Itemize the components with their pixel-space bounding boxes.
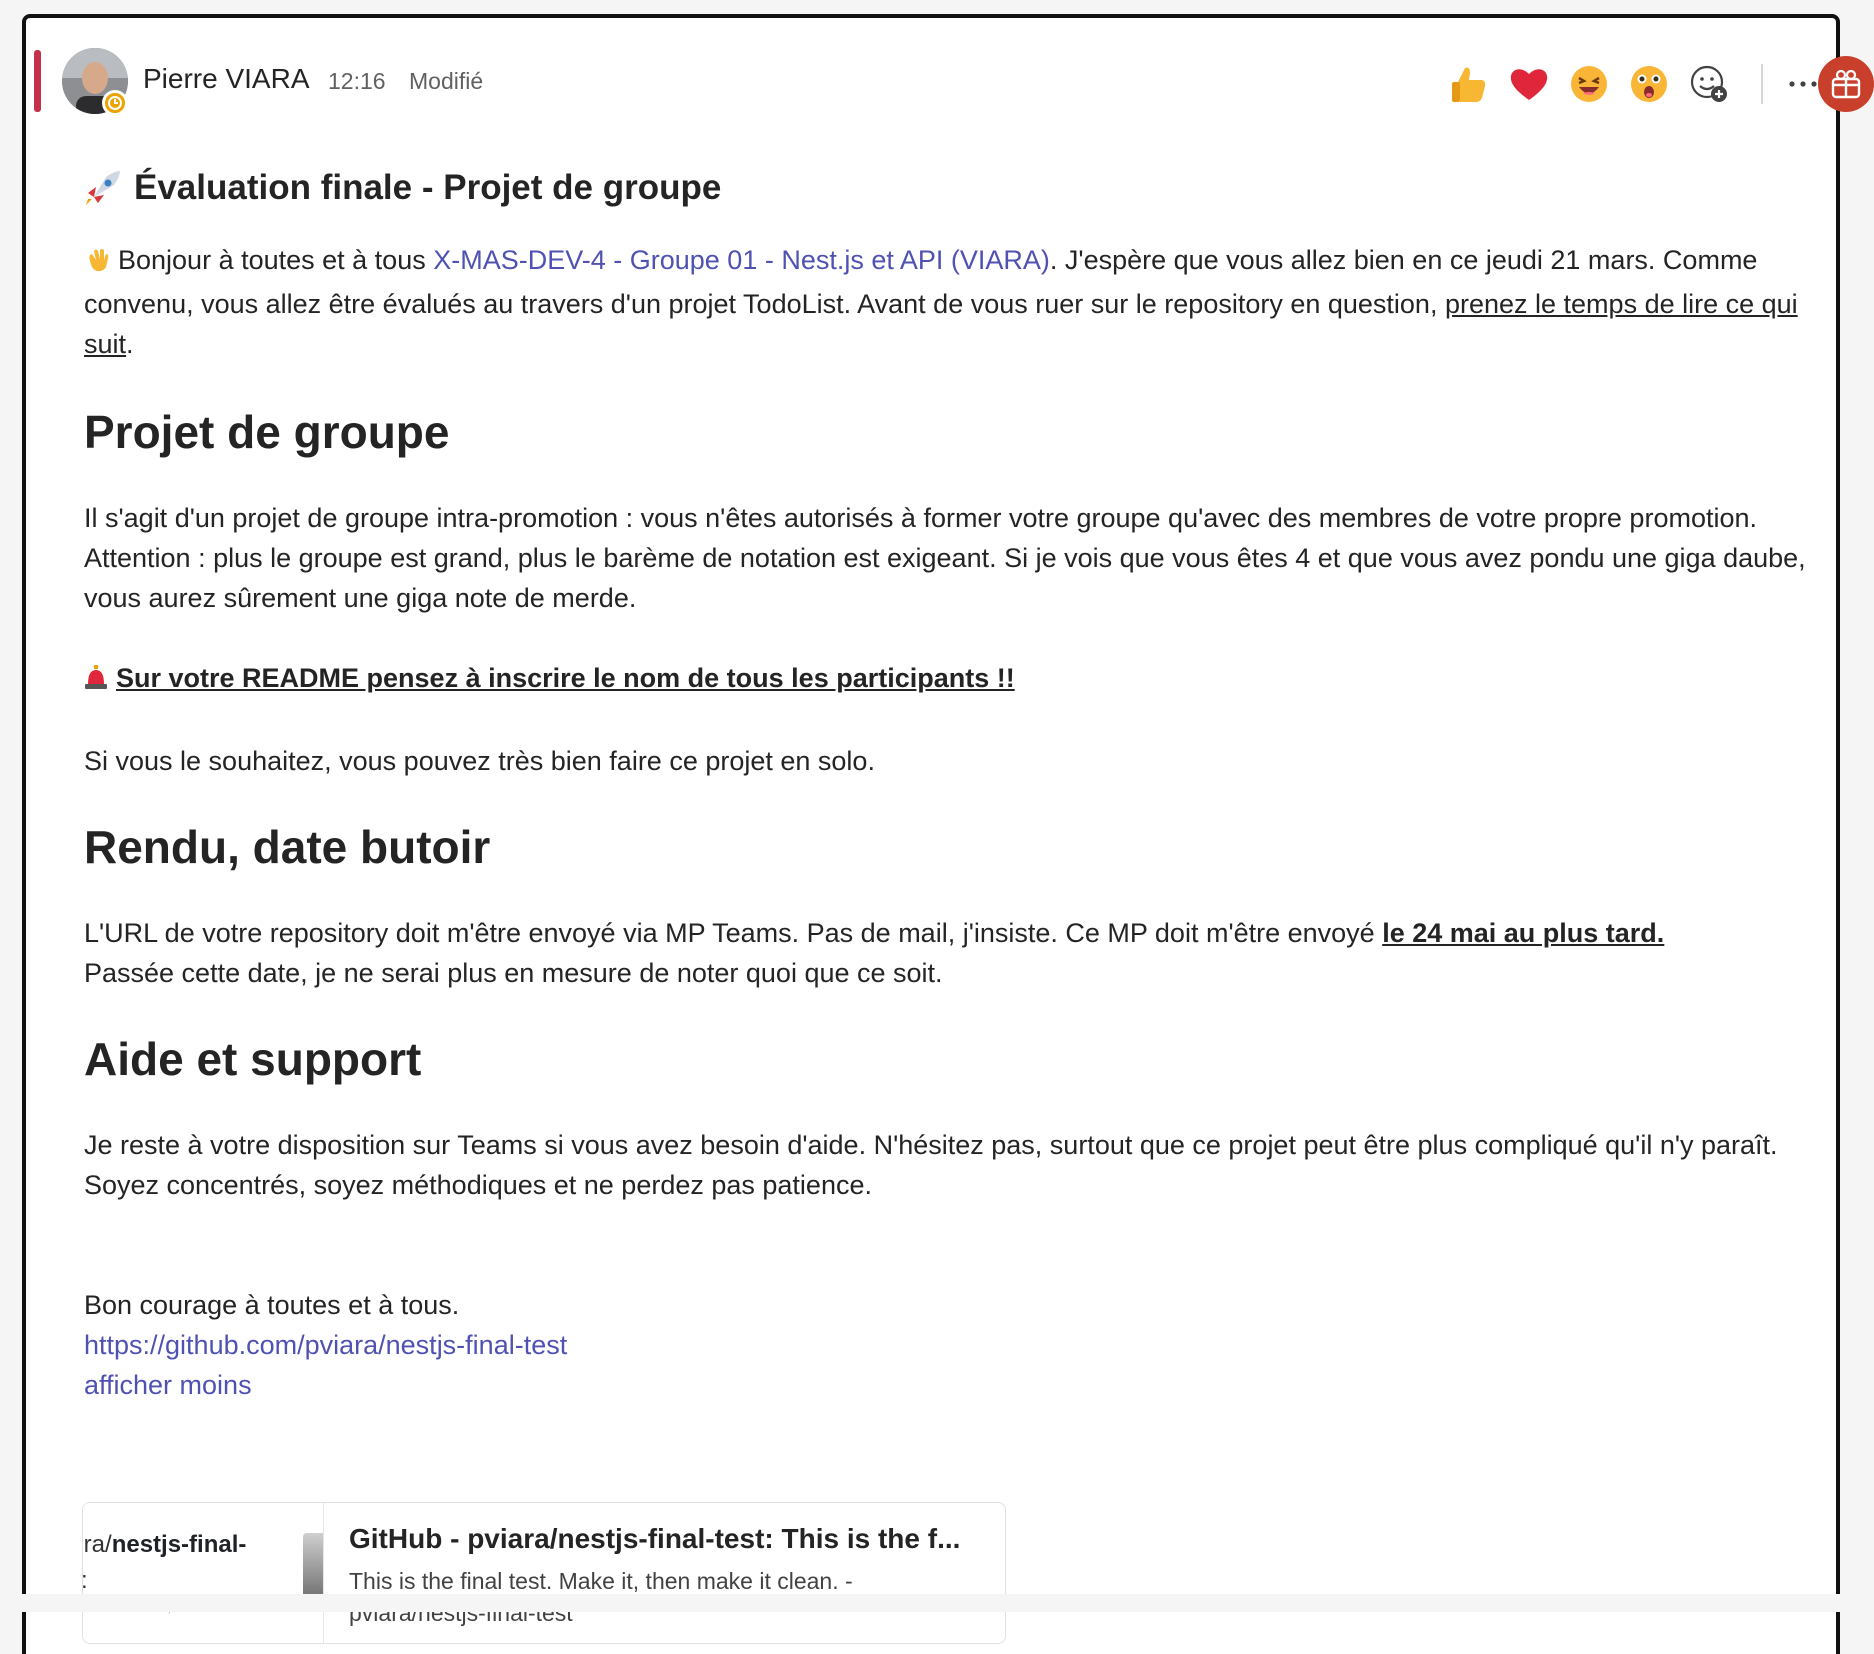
deadline-date: le 24 mai au plus tard. <box>1382 918 1665 948</box>
support-paragraph: Je reste à votre disposition sur Teams s… <box>84 1130 1778 1200</box>
post-title: Évaluation finale - Projet de groupe <box>84 166 1844 210</box>
away-status-icon <box>102 90 128 116</box>
thumbnail-repo-name: ıra/nestjs-final- <box>83 1531 247 1558</box>
section-heading-group-project: Projet de groupe <box>84 406 450 458</box>
ellipsis-icon <box>1789 81 1817 87</box>
channel-mention-link[interactable]: X-MAS-DEV-4 - Groupe 01 - Nest.js et API… <box>433 245 1050 275</box>
group-project-paragraph-1: Il s'agit d'un projet de groupe intra-pr… <box>84 503 1757 533</box>
closing-text: Bon courage à toutes et à tous. <box>84 1290 460 1320</box>
laughing-face-icon[interactable] <box>1559 54 1619 114</box>
group-project-paragraph-2: Attention : plus le groupe est grand, pl… <box>84 543 1806 613</box>
message-container: Pierre VIARA 12:16 Modifié Évaluation fi… <box>22 14 1840 1654</box>
link-preview-thumbnail: ıra/nestjs-final- : ı final test. Make i… <box>83 1503 324 1643</box>
show-less-link[interactable]: afficher moins <box>84 1370 252 1400</box>
deadline-paragraph: L'URL de votre repository doit m'être en… <box>84 913 1844 993</box>
siren-icon <box>84 661 108 701</box>
link-preview-title[interactable]: GitHub - pviara/nestjs-final-test: This … <box>349 1523 960 1555</box>
surprised-face-icon[interactable] <box>1619 54 1679 114</box>
intro-paragraph: Bonjour à toutes et à tous X-MAS-DEV-4 -… <box>84 240 1844 364</box>
thumbs-up-icon[interactable] <box>1439 54 1499 114</box>
add-reaction-icon[interactable] <box>1679 54 1739 114</box>
link-preview-card[interactable]: ıra/nestjs-final- : ı final test. Make i… <box>82 1502 1006 1644</box>
thumbnail-avatar <box>303 1533 323 1603</box>
section-heading-support: Aide et support <box>84 1033 422 1085</box>
window-bottom-edge <box>0 1594 1874 1612</box>
message-time: 12:16 <box>328 68 386 94</box>
reaction-bar <box>1439 54 1823 114</box>
rocket-icon <box>84 169 122 207</box>
waving-hand-icon <box>84 244 112 284</box>
important-indicator-bar <box>34 50 41 112</box>
heart-icon[interactable] <box>1499 54 1559 114</box>
edited-label: Modifié <box>409 68 484 94</box>
more-options-button[interactable] <box>1783 54 1823 114</box>
author-name[interactable]: Pierre VIARA <box>143 63 310 95</box>
repo-link[interactable]: https://github.com/pviara/nestjs-final-t… <box>84 1330 567 1360</box>
readme-alert: Sur votre README pensez à inscrire le no… <box>84 658 1844 701</box>
thumbnail-colon: : <box>83 1567 88 1595</box>
message-body: Évaluation finale - Projet de groupe Bon… <box>84 166 1844 1405</box>
greeting-text: Bonjour à toutes et à tous <box>118 245 434 275</box>
post-title-text: Évaluation finale - Projet de groupe <box>134 168 722 207</box>
deadline-text: L'URL de votre repository doit m'être en… <box>84 918 1383 948</box>
gift-icon <box>1831 69 1861 99</box>
toolbar-divider <box>1761 64 1763 104</box>
app-badge[interactable] <box>1818 56 1874 112</box>
deadline-note: Passée cette date, je ne serai plus en m… <box>84 958 943 988</box>
group-project-paragraph-3: Si vous le souhaitez, vous pouvez très b… <box>84 746 875 776</box>
section-heading-deadline: Rendu, date butoir <box>84 821 491 873</box>
intro-end: . <box>126 329 134 359</box>
readme-alert-text: Sur votre README pensez à inscrire le no… <box>116 663 1015 693</box>
